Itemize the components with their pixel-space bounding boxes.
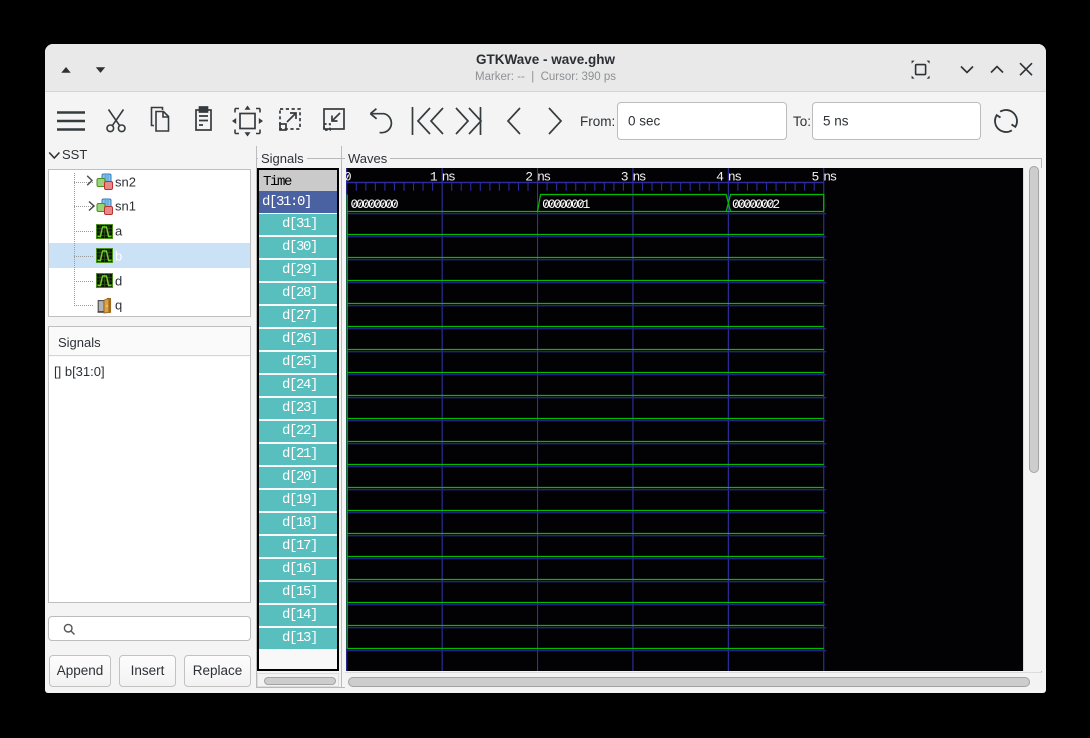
svg-text:ns: ns — [728, 170, 741, 185]
svg-text:3: 3 — [621, 170, 628, 185]
svg-text:00000002: 00000002 — [732, 197, 779, 212]
svg-text:5: 5 — [811, 170, 818, 185]
svg-text:0: 0 — [346, 170, 351, 185]
svg-text:00000000: 00000000 — [351, 197, 398, 212]
svg-text:2: 2 — [525, 170, 532, 185]
svg-text:ns: ns — [823, 170, 836, 185]
svg-text:00000001: 00000001 — [542, 197, 590, 212]
svg-text:ns: ns — [537, 170, 550, 185]
svg-text:ns: ns — [633, 170, 646, 185]
svg-text:ns: ns — [442, 170, 455, 185]
